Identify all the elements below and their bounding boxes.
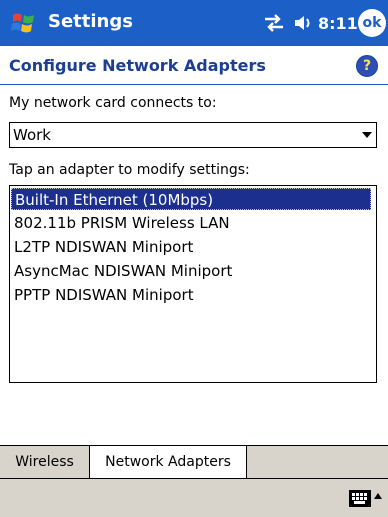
menu-bar	[0, 478, 388, 517]
tab-bar-filler	[247, 445, 388, 479]
network-select[interactable]: Work	[9, 122, 377, 148]
list-item[interactable]: Built-In Ethernet (10Mbps)	[11, 188, 371, 210]
chevron-down-icon[interactable]	[362, 132, 372, 138]
list-item[interactable]: 802.11b PRISM Wireless LAN	[11, 212, 371, 234]
ok-button[interactable]: ok	[358, 9, 386, 37]
tab-wireless[interactable]: Wireless	[0, 445, 90, 478]
title-bar: Settings 8:11 ok	[0, 0, 388, 46]
connects-label: My network card connects to:	[9, 95, 217, 111]
page-title: Configure Network Adapters	[9, 56, 266, 75]
list-item[interactable]: PPTP NDISWAN Miniport	[11, 284, 371, 306]
adapter-list[interactable]: Built-In Ethernet (10Mbps) 802.11b PRISM…	[9, 185, 377, 383]
speaker-icon[interactable]	[293, 13, 315, 33]
chevron-up-icon[interactable]	[374, 493, 382, 499]
tab-network-adapters[interactable]: Network Adapters	[89, 446, 247, 479]
help-icon[interactable]: ?	[356, 55, 378, 77]
network-select-value: Work	[13, 126, 51, 144]
list-item[interactable]: AsyncMac NDISWAN Miniport	[11, 260, 371, 282]
connectivity-arrows-icon[interactable]	[263, 14, 285, 32]
adapters-label: Tap an adapter to modify settings:	[9, 162, 250, 178]
app-title: Settings	[48, 11, 133, 32]
windows-flag-icon[interactable]	[10, 9, 38, 37]
keyboard-icon[interactable]	[349, 490, 371, 507]
clock[interactable]: 8:11	[318, 14, 358, 33]
list-item[interactable]: L2TP NDISWAN Miniport	[11, 236, 371, 258]
page-header: Configure Network Adapters ?	[0, 46, 388, 85]
tab-bar: Wireless Network Adapters	[0, 445, 388, 479]
